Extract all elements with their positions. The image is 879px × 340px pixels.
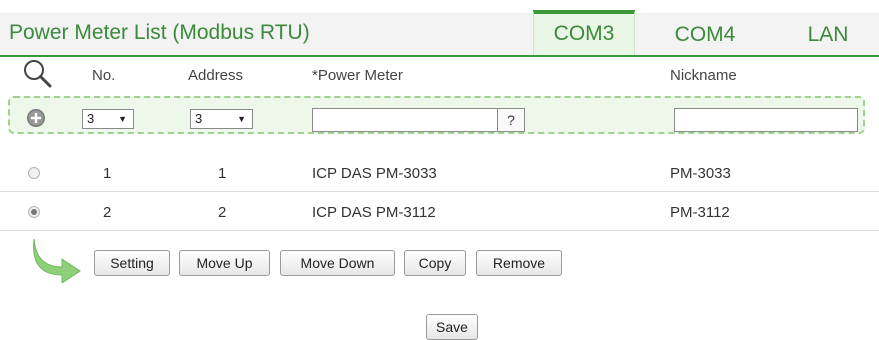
- cropped-top-text: [0, 0, 879, 12]
- row-nickname: PM-3112: [670, 204, 730, 221]
- column-address: Address: [188, 67, 244, 84]
- table-row[interactable]: 2 2 ICP DAS PM-3112 PM-3112: [0, 193, 879, 231]
- table-row[interactable]: 1 1 ICP DAS PM-3033 PM-3033: [0, 154, 879, 192]
- tab-com4[interactable]: COM4: [655, 13, 755, 55]
- row-address: 2: [218, 204, 227, 221]
- column-power-meter: *Power Meter: [312, 67, 403, 84]
- nickname-input[interactable]: [674, 108, 858, 132]
- chevron-down-icon: ▼: [237, 114, 246, 124]
- column-nickname: Nickname: [670, 67, 737, 84]
- page-header: Power Meter List (Modbus RTU) COM3 COM4 …: [0, 10, 879, 57]
- page-title: Power Meter List (Modbus RTU): [9, 21, 310, 44]
- address-select[interactable]: 3 ▼: [190, 109, 253, 129]
- curved-arrow-icon: [33, 238, 81, 283]
- tab-com3[interactable]: COM3: [533, 10, 635, 55]
- setting-button[interactable]: Setting: [94, 250, 170, 276]
- copy-button[interactable]: Copy: [404, 250, 466, 276]
- add-icon[interactable]: [26, 108, 46, 128]
- move-down-button[interactable]: Move Down: [280, 250, 395, 276]
- no-select[interactable]: 3 ▼: [82, 109, 134, 129]
- row-power-meter: ICP DAS PM-3112: [312, 204, 436, 221]
- chevron-down-icon: ▼: [118, 114, 127, 124]
- row-no: 1: [103, 165, 112, 182]
- row-power-meter: ICP DAS PM-3033: [312, 165, 437, 182]
- no-select-value: 3: [87, 111, 95, 126]
- row-address: 1: [218, 165, 227, 182]
- save-button[interactable]: Save: [426, 314, 478, 340]
- address-select-value: 3: [195, 111, 203, 126]
- column-no: No.: [92, 67, 116, 84]
- help-button[interactable]: ?: [497, 108, 525, 132]
- row-nickname: PM-3033: [670, 165, 731, 182]
- remove-button[interactable]: Remove: [476, 250, 562, 276]
- move-up-button[interactable]: Move Up: [179, 250, 270, 276]
- tab-lan[interactable]: LAN: [778, 13, 878, 55]
- search-icon[interactable]: [22, 58, 52, 88]
- column-header-row: No. Address *Power Meter Nickname: [0, 57, 879, 92]
- power-meter-input[interactable]: [312, 108, 498, 132]
- row-no: 2: [103, 204, 112, 221]
- row-radio[interactable]: [28, 206, 40, 218]
- row-radio[interactable]: [28, 167, 40, 179]
